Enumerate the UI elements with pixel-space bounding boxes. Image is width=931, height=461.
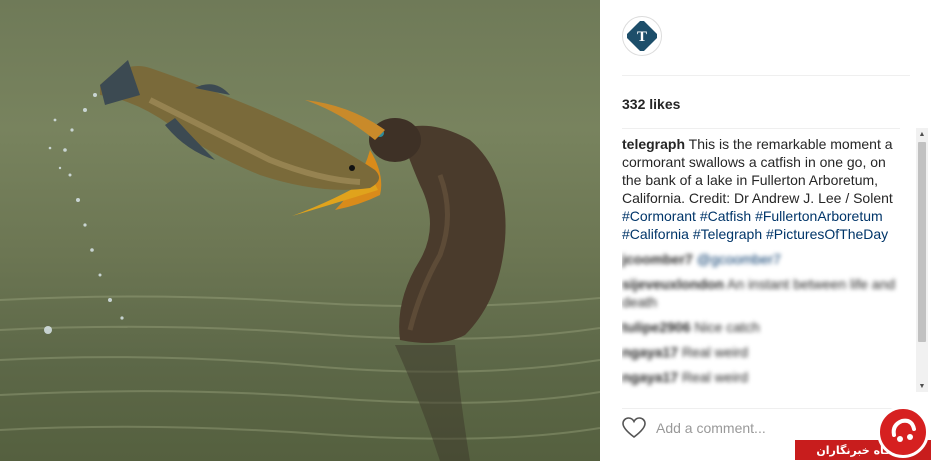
comment-username[interactable]: tulipe2906 [622,319,690,335]
svg-text:T: T [637,29,647,45]
comment-username[interactable]: ngaya17 [622,369,678,385]
caption-username[interactable]: telegraph [622,136,685,152]
comment-text: Nice catch [694,319,760,335]
comment-item: sijeveuxlondon An instant between life a… [622,275,900,311]
cormorant-catfish-image [0,60,600,461]
comment-username[interactable]: jcoomber7 [622,251,693,267]
scroll-thumb[interactable] [918,142,926,342]
heart-outline-icon[interactable] [622,417,646,439]
hashtag[interactable]: #Catfish [700,208,751,224]
hashtag[interactable]: #FullertonArboretum [755,208,883,224]
comment-item: ngaya17 Real weird [622,368,900,386]
hashtag[interactable]: #PicturesOfTheDay [766,226,888,242]
comments-scrollbar[interactable]: ▲ ▼ [916,128,928,392]
comments-list: telegraph This is the remarkable moment … [622,128,900,392]
watermark: باشگاه خبرنگاران [795,404,931,461]
comment-item: ngaya17 Real weird [622,343,900,361]
comment-username[interactable]: sijeveuxlondon [622,276,724,292]
telegraph-logo-icon[interactable]: T [622,16,662,56]
hashtag[interactable]: #Telegraph [693,226,762,242]
comment-item: jcoomber7 @gcoomber7 [622,250,900,268]
post-caption: telegraph This is the remarkable moment … [622,135,900,243]
hashtag[interactable]: #Cormorant [622,208,696,224]
scroll-up-arrow-icon[interactable]: ▲ [916,128,928,140]
watermark-logo-icon [877,406,929,458]
comment-text: Real weird [681,344,749,360]
likes-count[interactable]: 332 likes [622,96,680,112]
hashtag[interactable]: #California [622,226,689,242]
comment-text: Real weird [681,369,749,385]
comment-mention[interactable]: @gcoomber7 [697,251,781,267]
scroll-down-arrow-icon[interactable]: ▼ [916,380,928,392]
post-photo[interactable] [0,0,600,461]
comment-username[interactable]: ngaya17 [622,344,678,360]
post-header: T [622,16,910,76]
comment-item: tulipe2906 Nice catch [622,318,900,336]
